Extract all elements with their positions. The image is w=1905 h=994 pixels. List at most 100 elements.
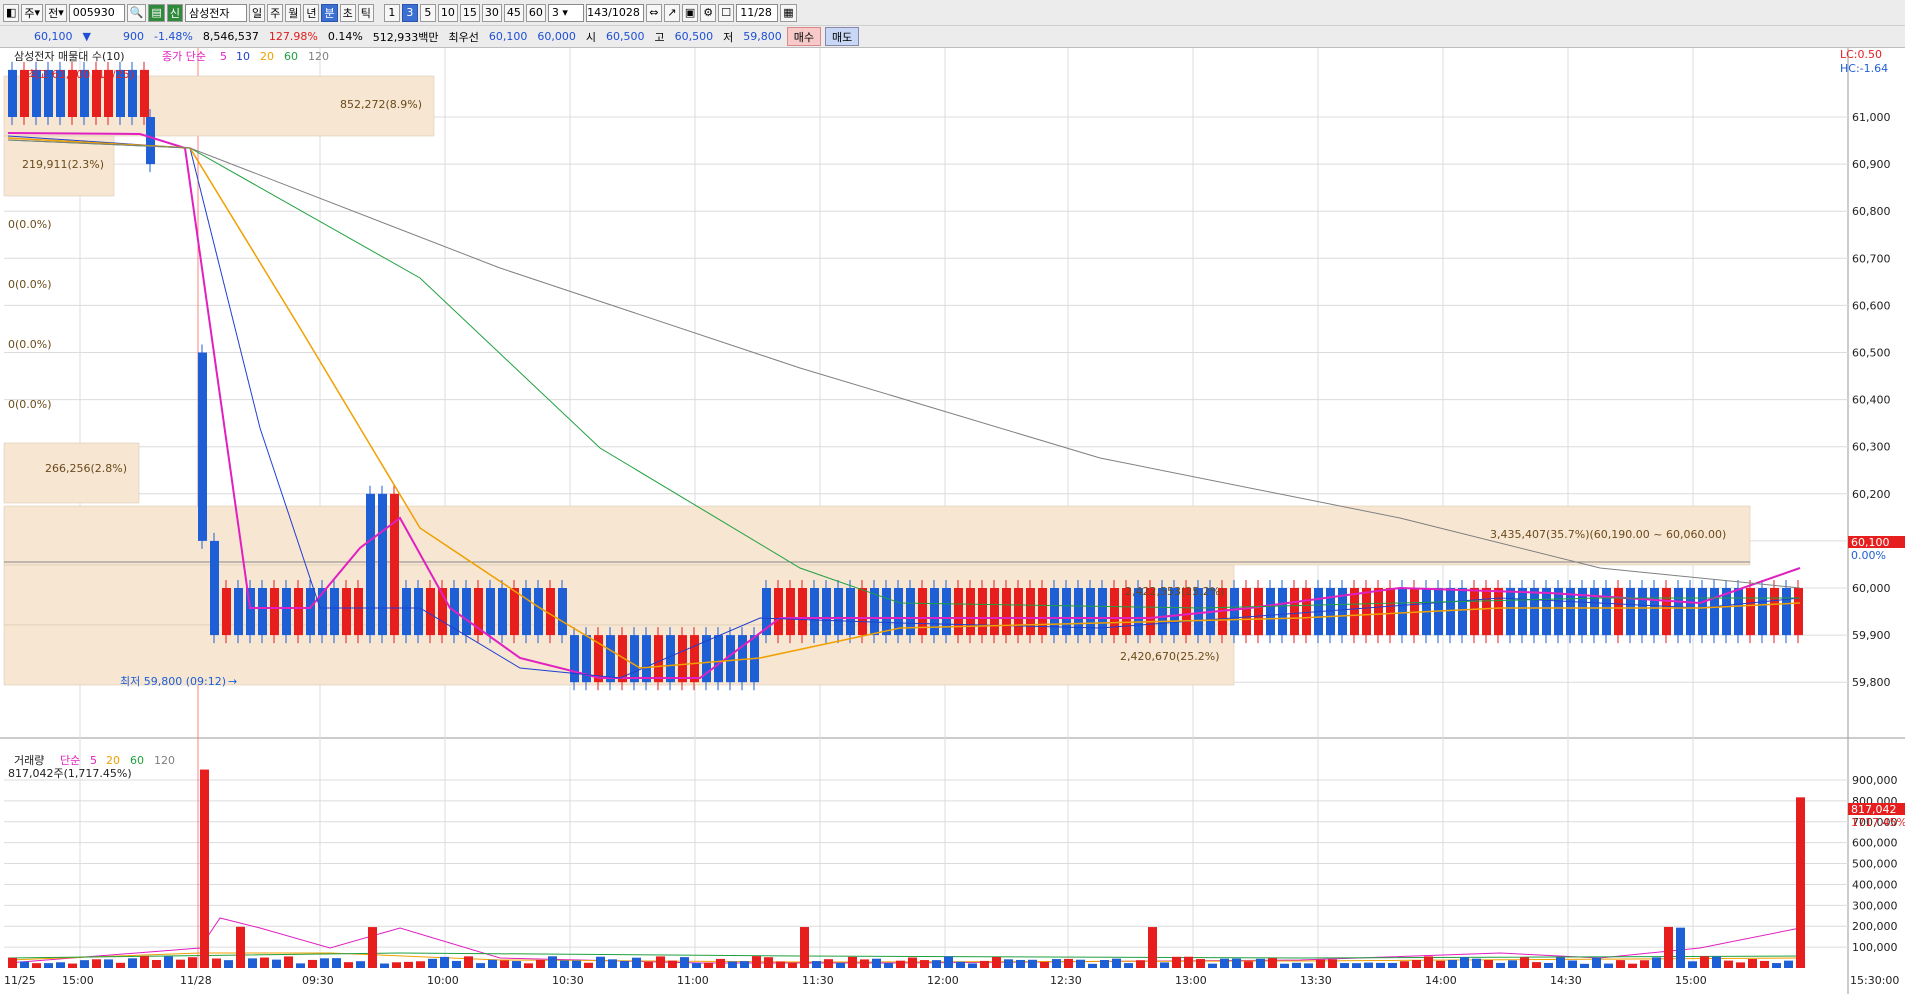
candle <box>1650 588 1659 636</box>
interval-1-button[interactable]: 1 <box>383 3 400 22</box>
draw-icon[interactable]: ↗ <box>663 3 680 22</box>
price-legend-period: 60 <box>284 50 298 63</box>
volume-bar <box>956 961 965 968</box>
stock-code-input[interactable]: 005930 <box>68 3 125 22</box>
candle <box>1110 588 1119 636</box>
price-tick-label: 61,000 <box>1852 111 1891 124</box>
volume-bar <box>920 960 929 968</box>
volume-legend-period: 20 <box>106 754 120 767</box>
price-tick-label: 60,900 <box>1852 158 1891 171</box>
period-minute-button[interactable]: 분 <box>321 3 338 22</box>
trade-amount: 512,933백만 <box>372 30 439 44</box>
period-month-button[interactable]: 월 <box>285 3 302 22</box>
x-tick-label: 12:30 <box>1050 974 1082 987</box>
volume-bar <box>308 959 317 968</box>
volume-bar <box>572 960 581 968</box>
candle <box>1530 588 1539 636</box>
date-checkbox[interactable]: ☐ <box>718 3 735 22</box>
interval-5-button[interactable]: 5 <box>419 3 436 22</box>
interval-30-button[interactable]: 30 <box>481 3 502 22</box>
volume-bar <box>896 960 905 968</box>
candle <box>534 588 543 636</box>
quote-bar: 60,100 ▼ 900 -1.48% 8,546,537 127.98% 0.1… <box>0 26 1905 48</box>
stock-name-field[interactable]: 삼성전자 <box>184 3 247 22</box>
stock-chart[interactable]: 61,000 60,900 60,800 60,700 60,600 60,500 60,4… <box>0 48 1905 994</box>
volume-bar <box>1028 959 1037 968</box>
search-icon[interactable]: 🔍 <box>126 3 147 22</box>
period-day-button[interactable]: 일 <box>248 3 266 22</box>
volume-bar <box>500 960 509 968</box>
change-rate: -1.48% <box>153 30 193 43</box>
market-type-select[interactable]: 주 ▾ <box>21 3 44 22</box>
interval-input[interactable]: 3 ▾ <box>547 3 584 22</box>
interval-45-button[interactable]: 45 <box>503 3 524 22</box>
interval-3-button[interactable]: 3 <box>401 3 418 22</box>
volume-bar <box>1088 963 1097 968</box>
volume-bar <box>1232 958 1241 968</box>
date-input[interactable]: 11/28 <box>736 3 779 22</box>
market-type2-select[interactable]: 전 ▾ <box>45 3 67 22</box>
volume-bar <box>32 963 41 968</box>
interval-10-button[interactable]: 10 <box>437 3 458 22</box>
volume-bar <box>560 960 569 968</box>
period-year-button[interactable]: 년 <box>303 3 320 22</box>
x-tick-label: 15:00 <box>1675 974 1707 987</box>
volume-bar <box>152 959 161 968</box>
volume-bar <box>1508 960 1517 968</box>
zoom-icon[interactable]: ⇔ <box>645 3 662 22</box>
sell-button[interactable]: 매도 <box>825 27 860 46</box>
volume-bar <box>1400 961 1409 968</box>
candle <box>1494 588 1503 636</box>
candle <box>606 635 615 683</box>
volume-bar <box>1268 958 1277 968</box>
volume-bar <box>260 957 269 968</box>
x-tick-label: 10:00 <box>427 974 459 987</box>
volume-profile-label: 2,420,670(25.2%) <box>1120 650 1220 663</box>
volume-bar <box>464 956 473 968</box>
candle <box>498 588 507 636</box>
x-tick-label: 13:30 <box>1300 974 1332 987</box>
period-week-button[interactable]: 주 <box>267 3 284 22</box>
volume-bar <box>332 958 341 968</box>
price-tick-label: 60,700 <box>1852 252 1891 265</box>
high-label: 고 <box>654 30 665 44</box>
candle <box>1386 588 1395 636</box>
candle <box>1266 588 1275 636</box>
volume-bar <box>968 963 977 968</box>
save-icon[interactable]: ▣ <box>681 3 699 22</box>
interval-15-button[interactable]: 15 <box>459 3 480 22</box>
volume-bar <box>812 961 821 968</box>
stock-type-icon[interactable]: 신 <box>166 3 183 22</box>
calendar-icon[interactable]: ▦ <box>780 3 797 22</box>
volume-bar <box>212 958 221 968</box>
volume-profile-label: 0(0.0%) <box>8 338 52 351</box>
candle <box>1554 588 1563 636</box>
candle <box>1782 588 1791 636</box>
interval-60-button[interactable]: 60 <box>525 3 546 22</box>
candle <box>1446 588 1455 636</box>
favorite-icon[interactable]: ▤ <box>148 3 165 22</box>
price-legend-ma: 종가 단순 <box>162 50 206 63</box>
high-value: 60,500 <box>674 30 714 43</box>
candle <box>786 588 795 636</box>
settings-icon[interactable]: ⚙ <box>700 3 717 22</box>
volume-bar <box>1364 962 1373 968</box>
volume-bar <box>512 961 521 968</box>
volume-bar <box>1436 960 1445 968</box>
volume-bar <box>608 959 617 968</box>
current-price-tag: 60,100 <box>1851 536 1890 549</box>
buy-button[interactable]: 매수 <box>786 27 822 46</box>
candle <box>1674 588 1683 636</box>
volume-bar <box>1376 962 1385 968</box>
volume-bar <box>1148 927 1157 968</box>
volume-bar <box>1388 962 1397 968</box>
volume-profile-label: 0(0.0%) <box>8 278 52 291</box>
menu-icon[interactable]: ◧ <box>3 3 20 22</box>
volume-bar <box>236 926 245 968</box>
period-tick-button[interactable]: 틱 <box>357 3 374 22</box>
volume-tick-label: 300,000 <box>1852 899 1898 912</box>
count-field[interactable]: 143/1028 <box>585 3 644 22</box>
volume-bar <box>1280 963 1289 968</box>
volume-bar <box>1244 961 1253 968</box>
period-second-button[interactable]: 초 <box>339 3 356 22</box>
